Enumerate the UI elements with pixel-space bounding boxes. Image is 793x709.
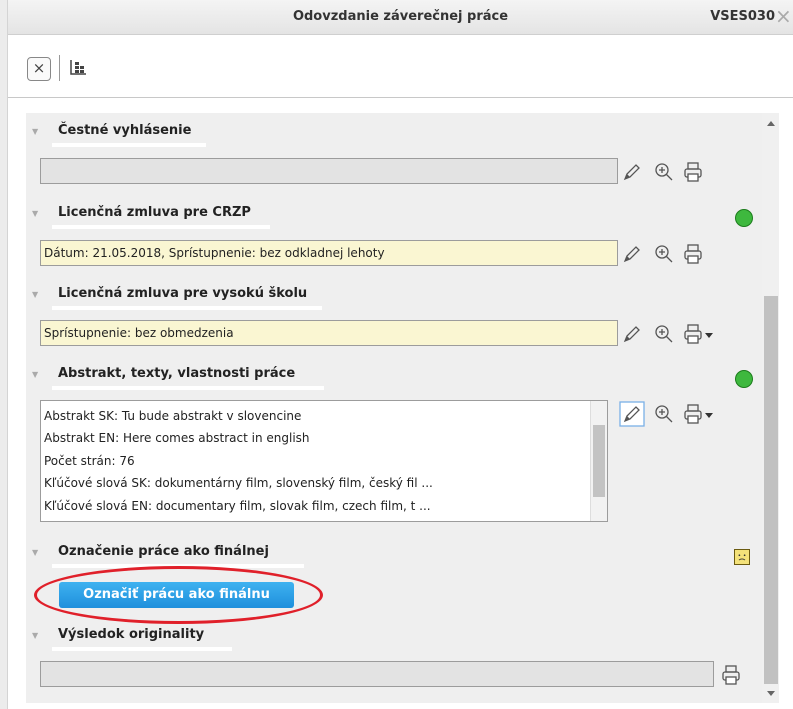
abstract-line: Abstrakt EN: Here comes abstract in engl… [44,431,310,445]
section-title: Licenčná zmluva pre CRZP [58,205,251,220]
zoom-in-icon[interactable] [653,161,675,183]
originality-field [40,661,714,687]
collapse-arrow-icon[interactable]: ▼ [32,631,38,640]
abstract-textarea[interactable]: Abstrakt SK: Tu bude abstrakt v slovenci… [40,400,608,522]
form-panel: ▼ Čestné vyhlásenie ▼ Licenčná zmluva pr… [26,113,762,703]
smiley-happy-icon [735,370,753,388]
abstract-line: Abstrakt SK: Tu bude abstrakt v slovenci… [44,409,302,423]
annotation-oval [34,566,323,624]
printer-icon[interactable] [720,664,742,686]
license-school-field: Sprístupnenie: bez obmedzenia [40,320,618,346]
abstract-line: Kľúčové slová SK: dokumentárny film, slo… [44,476,433,490]
window-close-icon[interactable]: × [775,6,792,26]
collapse-arrow-icon[interactable]: ▼ [32,290,38,299]
section-header-originality[interactable]: ▼ Výsledok originality [26,625,276,651]
smiley-sad-icon [734,549,750,565]
window-title: Odovzdanie záverečnej práce [292,9,509,24]
abstract-line: Počet strán: 76 [44,454,135,468]
pencil-icon[interactable] [621,161,643,183]
textarea-scrollbar[interactable] [590,401,607,521]
toolbar: × [8,35,793,98]
collapse-arrow-icon[interactable]: ▼ [32,127,38,136]
toolbar-divider [59,55,60,81]
zoom-in-icon[interactable] [653,403,675,425]
printer-dropdown-icon[interactable] [682,403,716,425]
section-title: Licenčná zmluva pre vysokú školu [58,286,308,301]
collapse-arrow-icon[interactable]: ▼ [32,370,38,379]
section-header-license-crzp[interactable]: ▼ Licenčná zmluva pre CRZP [26,203,726,229]
section-header-license-school[interactable]: ▼ Licenčná zmluva pre vysokú školu [26,284,326,310]
zoom-in-icon[interactable] [653,323,675,345]
scroll-down-icon[interactable] [766,690,776,698]
section-title: Abstrakt, texty, vlastnosti práce [58,366,296,381]
honor-declaration-field [40,158,618,184]
pencil-icon[interactable] [619,401,645,427]
section-header-honor-declaration[interactable]: ▼ Čestné vyhlásenie [26,121,206,147]
printer-icon[interactable] [682,161,704,183]
left-border [0,0,8,709]
printer-dropdown-icon[interactable] [682,323,716,345]
section-header-abstract[interactable]: ▼ Abstrakt, texty, vlastnosti práce [26,364,726,390]
license-crzp-field: Dátum: 21.05.2018, Sprístupnenie: bez od… [40,240,618,266]
window-code: VSES030 [710,9,775,24]
section-title: Čestné vyhlásenie [58,123,192,138]
window-titlebar: Odovzdanie záverečnej práce VSES030 × [8,0,793,35]
zoom-in-icon[interactable] [653,243,675,265]
printer-icon[interactable] [682,243,704,265]
collapse-arrow-icon[interactable]: ▼ [32,209,38,218]
tree-icon[interactable] [68,57,88,77]
panel-scrollbar[interactable] [762,113,779,703]
abstract-line: Kľúčové slová EN: documentary film, slov… [44,499,431,513]
collapse-arrow-icon[interactable]: ▼ [32,548,38,557]
close-icon[interactable]: × [27,57,51,81]
panel-scroll-thumb[interactable] [764,296,778,684]
pencil-icon[interactable] [621,323,643,345]
section-title: Označenie práce ako finálnej [58,544,269,559]
pencil-icon[interactable] [621,243,643,265]
smiley-happy-icon [735,209,753,227]
section-header-final-mark[interactable]: ▼ Označenie práce ako finálnej [26,542,326,568]
scroll-up-icon[interactable] [766,119,776,127]
section-title: Výsledok originality [58,627,205,642]
textarea-scroll-thumb[interactable] [593,425,605,497]
